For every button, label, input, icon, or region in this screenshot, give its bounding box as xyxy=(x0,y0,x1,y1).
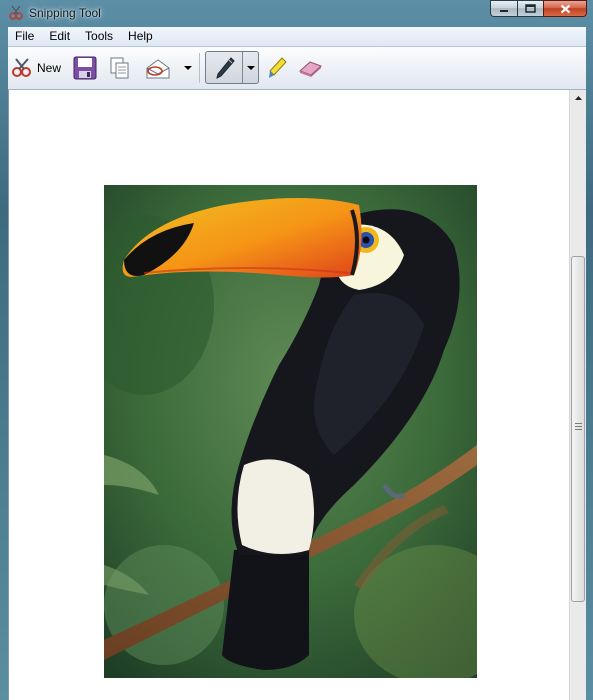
eraser-button[interactable] xyxy=(296,47,324,89)
new-snip-label: New xyxy=(37,61,62,75)
menu-tools[interactable]: Tools xyxy=(78,27,121,46)
pen-button-group[interactable] xyxy=(205,51,259,84)
copy-button[interactable] xyxy=(109,47,131,89)
maximize-icon xyxy=(525,4,536,13)
pen-divider xyxy=(242,52,243,83)
minimize-button[interactable] xyxy=(490,0,517,17)
send-snip-dropdown[interactable] xyxy=(184,47,192,89)
eraser-icon xyxy=(299,61,322,77)
send-snip-button[interactable] xyxy=(145,47,171,89)
scroll-up-arrow-icon xyxy=(574,96,582,100)
new-snip-icon xyxy=(12,58,31,77)
snip-canvas xyxy=(8,90,586,700)
snipping-tool-window: Snipping Tool File Edit Tools Help New xyxy=(0,0,593,700)
menu-bar: File Edit Tools Help xyxy=(8,27,586,47)
save-icon xyxy=(73,56,97,80)
window-title: Snipping Tool xyxy=(29,6,101,20)
pen-dropdown[interactable] xyxy=(247,52,255,83)
pen-icon xyxy=(216,56,235,79)
maximize-button[interactable] xyxy=(517,0,543,17)
toucan-snip-image xyxy=(104,185,477,678)
close-icon xyxy=(560,4,570,13)
highlighter-icon xyxy=(269,57,287,78)
menu-edit[interactable]: Edit xyxy=(42,27,78,46)
highlighter-button[interactable] xyxy=(266,47,288,89)
caption-buttons xyxy=(490,0,587,19)
send-snip-icon xyxy=(146,59,170,79)
scroll-up-button[interactable] xyxy=(570,90,586,107)
scrollbar-thumb[interactable] xyxy=(571,256,585,602)
dropdown-arrow-icon xyxy=(247,65,255,70)
minimize-icon xyxy=(500,9,508,12)
copy-icon xyxy=(110,57,129,79)
toolbar-separator xyxy=(199,53,200,83)
new-snip-button[interactable]: New xyxy=(11,47,61,89)
scroll-grip-icon xyxy=(575,423,582,432)
vertical-scrollbar[interactable] xyxy=(569,90,586,700)
title-bar[interactable]: Snipping Tool xyxy=(0,0,593,27)
dropdown-arrow-icon xyxy=(184,66,192,70)
toolbar: New xyxy=(8,47,586,90)
pen-button[interactable] xyxy=(214,52,236,83)
save-button[interactable] xyxy=(73,47,97,89)
menu-help[interactable]: Help xyxy=(121,27,161,46)
close-button[interactable] xyxy=(543,0,587,17)
snipping-tool-icon xyxy=(9,5,23,20)
menu-file[interactable]: File xyxy=(8,27,42,46)
